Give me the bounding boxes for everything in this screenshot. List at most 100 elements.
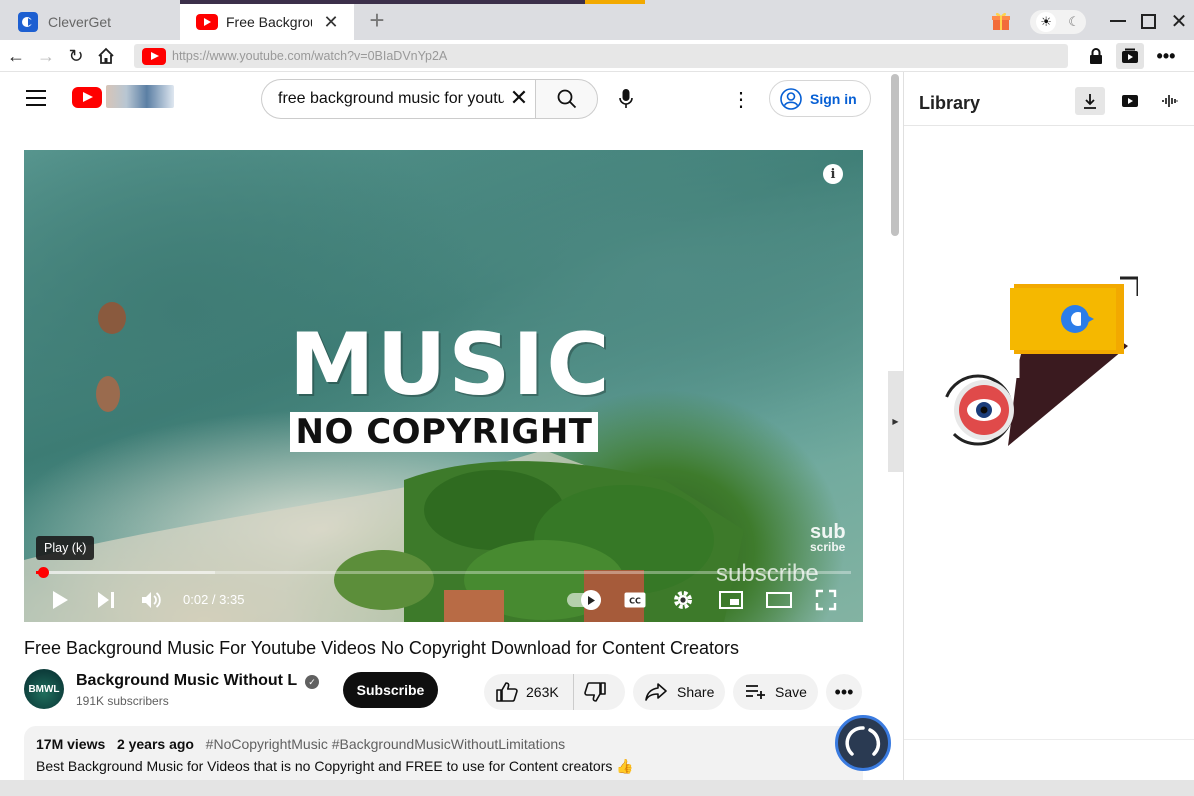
tab-label: CleverGet [48,14,112,30]
voice-search-button[interactable] [610,82,642,116]
lock-icon[interactable] [1082,43,1110,69]
library-footer [904,739,1194,780]
library-header: Library [904,72,1194,126]
watermark-scribe-text: scribe [810,540,846,554]
save-button[interactable]: Save [733,674,818,710]
collapse-panel-arrow-icon[interactable]: ▶ [888,371,903,472]
moon-icon: ☾ [1068,14,1080,29]
search-button[interactable] [535,79,598,119]
fullscreen-icon [815,589,837,611]
settings-button[interactable] [669,586,697,614]
empty-library-illustration [942,276,1138,446]
loading-spinner-icon [845,726,881,756]
art-title-music: MUSIC [289,315,612,415]
youtube-doodle-image[interactable] [106,85,174,108]
close-tab-icon[interactable]: ✕ [322,13,340,31]
search-box[interactable] [261,79,536,119]
gift-icon[interactable] [988,8,1014,34]
miniplayer-icon [719,591,743,609]
subscribe-button[interactable]: Subscribe [343,672,438,708]
subscriber-count: 191K subscribers [76,694,169,708]
microphone-icon [619,89,633,108]
like-count: 263K [526,684,559,700]
address-bar[interactable]: https://www.youtube.com/watch?v=0BIaDVnY… [134,44,1068,68]
audio-tab[interactable] [1155,87,1185,115]
audio-wave-icon [1162,95,1178,107]
youtube-logo[interactable] [72,87,102,108]
progress-bar[interactable] [36,567,851,578]
cleverget-icon [18,12,38,32]
svg-text:CC: CC [629,597,641,606]
save-label: Save [775,684,807,700]
skip-next-icon [98,592,114,608]
share-label: Share [677,684,715,700]
info-icon[interactable]: i [823,164,843,184]
theme-toggle[interactable]: ☀ ☾ [1030,10,1086,34]
more-options-icon[interactable]: ••• [1152,43,1180,69]
back-arrow-icon[interactable]: ← [4,44,28,68]
playlist-add-icon [746,685,765,699]
fullscreen-button[interactable] [812,586,840,614]
downloads-tab[interactable] [1075,87,1105,115]
url-text: https://www.youtube.com/watch?v=0BIaDVnY… [172,49,448,63]
share-arrow-icon [645,683,667,701]
download-spinner-button[interactable] [835,715,891,771]
theater-mode-button[interactable] [764,586,794,614]
web-content: ✕ ⋮ Sign in MUSIC NO COPYRIGHT [0,72,887,780]
maximize-icon[interactable] [1135,8,1161,34]
next-button[interactable] [92,586,120,614]
sign-in-label: Sign in [810,90,857,107]
description-box[interactable]: 17M views 2 years ago #NoCopyrightMusic … [24,726,863,780]
theater-mode-icon [766,592,792,608]
volume-icon [142,592,161,608]
new-tab-plus-icon[interactable]: + [365,7,389,33]
thumbs-down-icon [584,682,606,702]
tab-cleverget[interactable]: CleverGet [8,4,176,40]
scrollbar-thumb[interactable] [891,74,899,236]
reload-icon[interactable]: ↻ [64,44,88,68]
closed-captions-icon: CC [624,592,646,608]
minimize-icon[interactable] [1105,8,1131,34]
video-player[interactable]: MUSIC NO COPYRIGHT i sub scribe subscrib… [24,150,863,622]
sign-in-button[interactable]: Sign in [769,80,871,117]
subtitles-button[interactable]: CC [622,586,648,614]
download-icon [1084,94,1096,109]
thumbs-up-icon [496,682,518,702]
videos-tab[interactable] [1115,87,1145,115]
settings-kebab-icon[interactable]: ⋮ [726,84,756,114]
library-title: Library [919,93,981,113]
hashtags[interactable]: #NoCopyrightMusic #BackgroundMusicWithou… [206,736,566,752]
status-bar [0,780,1194,796]
like-button[interactable]: 263K [484,674,573,710]
title-bar-decoration-accent [585,0,645,4]
search-input[interactable] [278,90,504,108]
autoplay-toggle[interactable] [566,586,602,614]
share-button[interactable]: Share [633,674,725,710]
sun-icon: ☀ [1036,12,1057,32]
play-button[interactable] [46,586,74,614]
play-icon [53,591,68,609]
tab-youtube-active[interactable]: Free Background Music ✕ [180,4,354,40]
dislike-button[interactable] [573,674,625,710]
account-icon [780,87,802,110]
clear-search-icon[interactable]: ✕ [506,85,532,111]
video-title: Free Background Music For Youtube Videos… [24,638,740,658]
more-actions-icon[interactable]: ••• [826,674,862,710]
channel-avatar[interactable]: BMWL [24,669,64,709]
media-grab-icon[interactable] [1116,43,1144,69]
upload-age: 2 years ago [116,736,194,752]
search-icon [557,89,576,109]
hamburger-menu-icon[interactable] [26,90,46,106]
navigation-bar: ← → ↻ https://www.youtube.com/watch?v=0B… [0,40,1194,72]
play-tooltip: Play (k) [36,536,95,560]
mute-button[interactable] [138,586,166,614]
subscribe-watermark[interactable]: sub scribe [810,522,846,554]
home-icon[interactable] [94,44,118,68]
tab-strip: CleverGet Free Background Music ✕ + ☀ ☾ … [0,0,1194,40]
description-meta: 17M views 2 years ago #NoCopyrightMusic … [36,736,851,752]
close-window-icon[interactable]: ✕ [1166,8,1192,34]
miniplayer-button[interactable] [717,586,745,614]
progress-scrubber[interactable] [38,567,49,578]
forward-arrow-icon[interactable]: → [34,44,58,68]
channel-name-link[interactable]: Background Music Without Limitations [76,672,298,690]
